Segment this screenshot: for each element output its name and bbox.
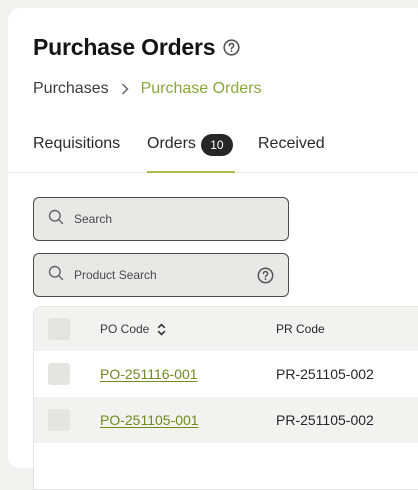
tab-bar: Requisitions Orders 10 Received (8, 126, 418, 173)
pr-code-cell: PR-251105-002 (276, 366, 374, 382)
table-header: PO Code PR Code (34, 307, 418, 351)
select-all-checkbox[interactable] (48, 318, 70, 340)
help-icon[interactable] (257, 267, 274, 284)
search-placeholder: Search (74, 212, 113, 226)
po-code-link[interactable]: PO-251116-001 (100, 366, 198, 382)
tab-label: Orders (147, 135, 196, 152)
page-title: Purchase Orders (33, 34, 216, 60)
breadcrumb-purchases[interactable]: Purchases (33, 80, 109, 98)
tab-label: Received (258, 135, 325, 152)
search-input[interactable]: Search (33, 197, 289, 241)
po-code-link[interactable]: PO-251105-001 (100, 412, 199, 428)
content-card: Purchase Orders Purchases Purchase Order… (8, 8, 418, 490)
tab-label: Requisitions (33, 135, 121, 152)
help-icon[interactable] (223, 39, 240, 56)
breadcrumb: Purchases Purchase Orders (33, 80, 262, 98)
pr-code-cell: PR-251105-002 (276, 412, 374, 428)
column-header-po-code[interactable]: PO Code (100, 307, 166, 351)
po-code-cell: PO-251105-001 (100, 397, 199, 443)
column-label: PR Code (276, 322, 325, 336)
tab-received[interactable]: Received (258, 126, 325, 173)
title-row: Purchase Orders (33, 34, 240, 61)
table-row[interactable]: PO-251116-001 PR-251105-002 (34, 351, 418, 397)
orders-table: PO Code PR Code PO-251116-001 PR-251105-… (33, 306, 418, 490)
search-icon (48, 209, 64, 230)
table-row[interactable] (34, 443, 418, 489)
chevron-right-icon (121, 83, 129, 95)
product-search-placeholder: Product Search (74, 268, 157, 282)
tab-requisitions[interactable]: Requisitions (33, 126, 120, 173)
po-code-cell: PO-251116-001 (100, 351, 198, 397)
row-checkbox[interactable] (48, 409, 70, 431)
row-checkbox[interactable] (48, 363, 70, 385)
search-icon (48, 265, 64, 286)
table-row[interactable]: PO-251105-001 PR-251105-002 (34, 397, 418, 443)
column-header-pr-code[interactable]: PR Code (276, 307, 325, 351)
breadcrumb-current: Purchase Orders (140, 80, 262, 97)
product-search-input[interactable]: Product Search (33, 253, 289, 297)
column-label: PO Code (100, 322, 150, 336)
count-badge: 10 (200, 134, 233, 156)
tab-orders[interactable]: Orders 10 (147, 126, 235, 173)
sort-icon[interactable] (157, 322, 166, 336)
